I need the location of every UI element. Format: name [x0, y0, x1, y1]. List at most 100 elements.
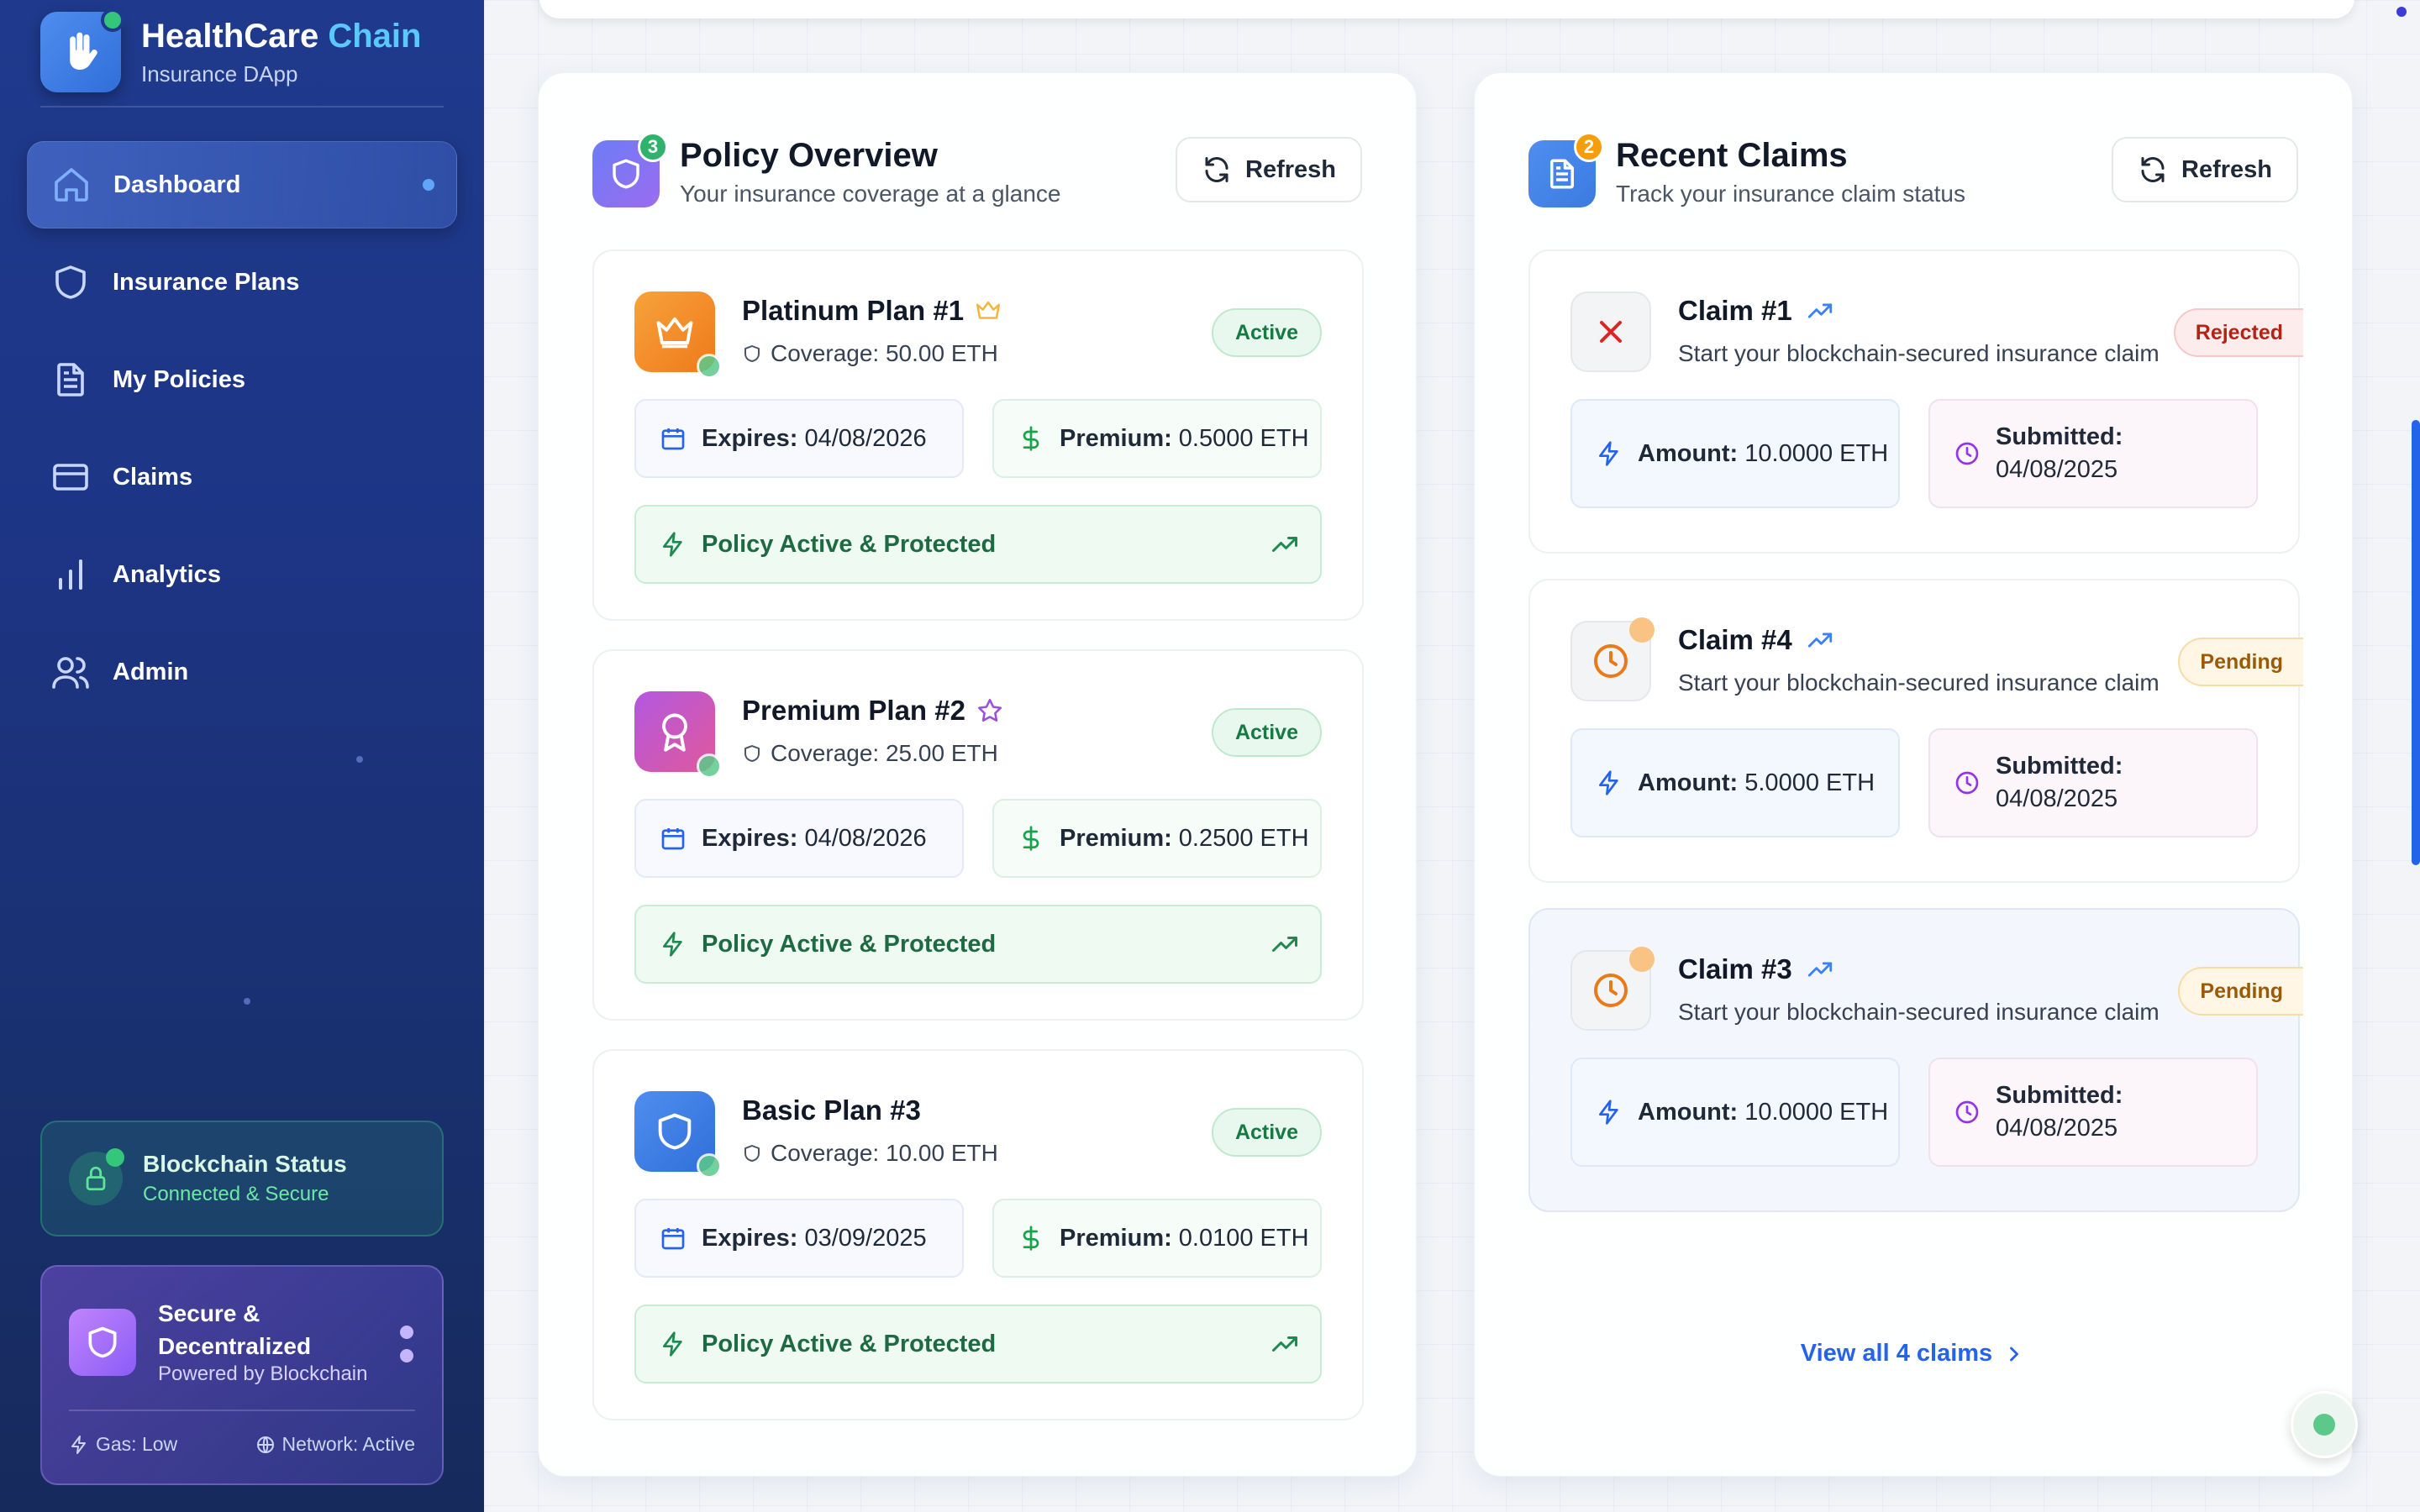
gas-indicator: Gas: Low [69, 1433, 177, 1456]
premium-label: Premium: [1060, 824, 1172, 852]
calendar-icon [661, 828, 685, 850]
claim-title: Claim #1 [1678, 295, 1834, 327]
lightning-icon [1599, 1100, 1618, 1125]
expires-value: 04/08/2026 [804, 824, 927, 852]
notification-dot [2396, 7, 2407, 17]
panel-title: Policy Overview [680, 137, 938, 174]
scrollbar[interactable] [2412, 420, 2420, 865]
submitted-value: 04/08/2025 [1996, 1115, 2118, 1142]
network-indicator: Network: Active [255, 1433, 416, 1456]
blockchain-status-title: Blockchain Status [143, 1151, 347, 1177]
view-all-claims-link[interactable]: View all 4 claims [1475, 1340, 2352, 1368]
shield-outline-icon [744, 1145, 760, 1162]
claim-card[interactable]: Claim #1 Start your blockchain-secured i… [1528, 249, 2303, 554]
divider [69, 1410, 415, 1411]
home-icon [55, 168, 88, 202]
premium-value: 0.0100 ETH [1178, 1224, 1309, 1252]
sidebar-item-label: Admin [113, 658, 189, 685]
submitted-label: Submitted: [1996, 423, 2123, 450]
status-dot [697, 354, 722, 379]
premium-label: Premium: [1060, 424, 1172, 452]
secure-title: Secure & Decentralized [158, 1300, 312, 1360]
sidebar-item-insurance-plans[interactable]: Insurance Plans [27, 239, 457, 326]
logo-hand-heart-icon [40, 8, 124, 92]
lightning-icon [1599, 770, 1618, 795]
amount-label: Amount: [1638, 1098, 1739, 1126]
refresh-button[interactable]: Refresh [1176, 137, 1362, 202]
sidebar-item-dashboard[interactable]: Dashboard [27, 141, 457, 228]
status-badge: Active [1211, 1108, 1322, 1157]
network-label: Network: Active [281, 1433, 416, 1455]
coverage: Coverage: 25.00 ETH [742, 740, 998, 767]
trending-up-icon [1807, 633, 1832, 648]
policy-card[interactable]: Basic Plan #3 Coverage: 10.00 ETH Active… [592, 1049, 1364, 1420]
floating-status-button[interactable] [2291, 1391, 2358, 1458]
coverage-text: Coverage: 50.00 ETH [771, 340, 998, 366]
refresh-label: Refresh [2181, 155, 2272, 183]
premium-box: Premium: 0.0100 ETH [992, 1199, 1322, 1278]
expires-label: Expires: [702, 824, 798, 852]
panel-subtitle: Your insurance coverage at a glance [680, 181, 1061, 207]
blockchain-status-card: Blockchain Status Connected & Secure [40, 1121, 444, 1236]
award-icon [634, 691, 722, 779]
coverage: Coverage: 50.00 ETH [742, 340, 998, 367]
policy-title: Premium Plan #2 [742, 695, 1004, 727]
coverage: Coverage: 10.00 ETH [742, 1140, 998, 1167]
amount-box: Amount: 5.0000 ETH [1570, 728, 1900, 837]
submitted-box: Submitted: 04/08/2025 [1928, 399, 2258, 508]
submitted-label: Submitted: [1996, 1081, 2123, 1109]
claim-card[interactable]: Claim #4 Start your blockchain-secured i… [1528, 579, 2303, 883]
app-title-main: HealthCare [141, 17, 319, 55]
amount-box: Amount: 10.0000 ETH [1570, 1058, 1900, 1167]
calendar-icon [661, 1228, 685, 1250]
clock-icon [1570, 617, 1655, 701]
document-icon: 2 [1528, 132, 1604, 207]
lightning-icon [1599, 441, 1618, 466]
submitted-value: 04/08/2025 [1996, 785, 2118, 812]
refresh-button[interactable]: Refresh [2112, 137, 2298, 202]
sidebar-item-analytics[interactable]: Analytics [27, 531, 457, 618]
amount-value: 10.0000 ETH [1744, 439, 1889, 467]
premium-box: Premium: 0.2500 ETH [992, 799, 1322, 878]
divider [40, 106, 444, 108]
amount-label: Amount: [1638, 769, 1739, 796]
claim-description: Start your blockchain-secured insurance … [1678, 340, 2160, 366]
shield-icon [634, 1091, 722, 1179]
sidebar-item-admin[interactable]: Admin [27, 628, 457, 716]
status-dot [697, 1153, 722, 1179]
policy-status-text: Policy Active & Protected [702, 530, 997, 558]
decor-dot [356, 756, 363, 763]
app-title: HealthCare Chain [141, 18, 421, 55]
coverage-text: Coverage: 10.00 ETH [771, 1140, 998, 1166]
brand[interactable]: HealthCare Chain Insurance DApp [40, 8, 421, 92]
amount-value: 10.0000 ETH [1744, 1098, 1889, 1126]
calendar-icon [661, 428, 685, 450]
view-all-label: View all 4 claims [1800, 1340, 1993, 1367]
active-indicator [423, 179, 434, 191]
claim-card[interactable]: Claim #3 Start your blockchain-secured i… [1528, 908, 2303, 1212]
sidebar-item-my-policies[interactable]: My Policies [27, 336, 457, 423]
pending-dot [1629, 947, 1655, 972]
amount-label: Amount: [1638, 439, 1739, 467]
lightning-icon [663, 1331, 682, 1357]
policy-card[interactable]: Platinum Plan #1 Coverage: 50.00 ETH Act… [592, 249, 1364, 621]
expiry-box: Expires: 03/09/2025 [634, 1199, 964, 1278]
lock-icon [69, 1148, 124, 1205]
status-badge: Active [1211, 308, 1322, 357]
policy-card[interactable]: Premium Plan #2 Coverage: 25.00 ETH Acti… [592, 649, 1364, 1021]
more-dots-icon[interactable] [400, 1326, 413, 1373]
credit-card-icon [53, 464, 88, 491]
sidebar-item-claims[interactable]: Claims [27, 433, 457, 521]
policy-title: Basic Plan #3 [742, 1095, 921, 1126]
shield-icon [69, 1309, 136, 1376]
clock-icon [1955, 442, 1979, 465]
status-dot [697, 753, 722, 779]
clock-icon [1570, 947, 1655, 1031]
trending-up-icon [1272, 537, 1297, 552]
crown-icon [634, 291, 722, 379]
policy-status-text: Policy Active & Protected [702, 930, 997, 958]
claim-description: Start your blockchain-secured insurance … [1678, 669, 2160, 696]
claim-name: Claim #1 [1678, 295, 1792, 326]
document-icon [57, 363, 84, 396]
amount-box: Amount: 10.0000 ETH [1570, 399, 1900, 508]
